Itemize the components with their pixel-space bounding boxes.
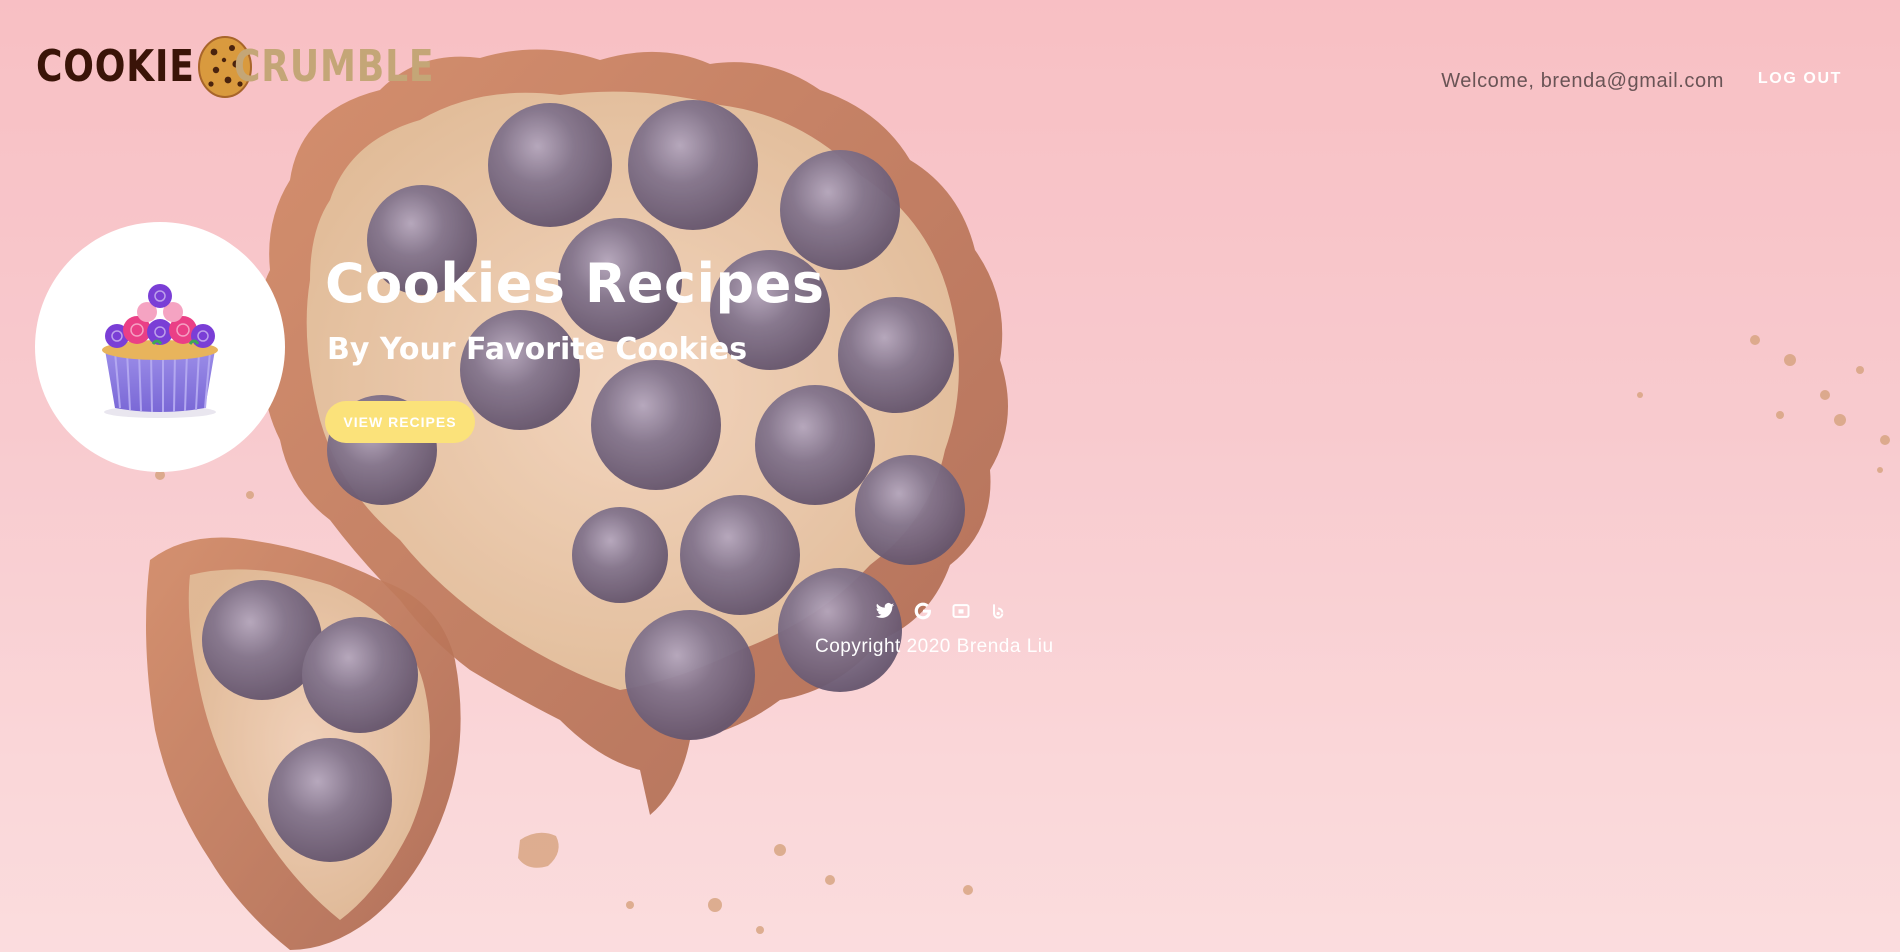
avatar: [35, 222, 285, 472]
youtube-link[interactable]: [950, 600, 972, 622]
blueberry-tart-image: [0, 0, 1900, 952]
blogger-link[interactable]: [988, 600, 1010, 622]
copyright-text: Copyright 2020 Brenda Liu: [815, 636, 1054, 657]
google-link[interactable]: [912, 600, 934, 622]
logout-button[interactable]: LOG OUT: [1758, 70, 1842, 88]
brand-name-part2: CRUMBLE: [233, 41, 434, 92]
social-links: [874, 600, 1010, 622]
cupcake-image: [102, 284, 218, 418]
brand-name-part1: COOKIE: [36, 41, 195, 92]
youtube-icon: [952, 604, 970, 618]
view-recipes-button[interactable]: VIEW RECIPES: [325, 401, 475, 443]
twitter-link[interactable]: [874, 600, 896, 622]
welcome-message: Welcome, brenda@gmail.com: [1441, 70, 1724, 92]
brand-logo[interactable]: COOKIE CRUMBLE: [36, 34, 478, 100]
page-title: Cookies Recipes: [325, 252, 825, 315]
google-icon: [914, 602, 931, 620]
twitter-icon: [875, 603, 895, 618]
page-subtitle: By Your Favorite Cookies: [327, 332, 748, 367]
blogger-icon: [993, 604, 1004, 619]
landing-page: COOKIE CRUMBLE Welcome, brenda@gmail.com…: [0, 0, 1900, 952]
